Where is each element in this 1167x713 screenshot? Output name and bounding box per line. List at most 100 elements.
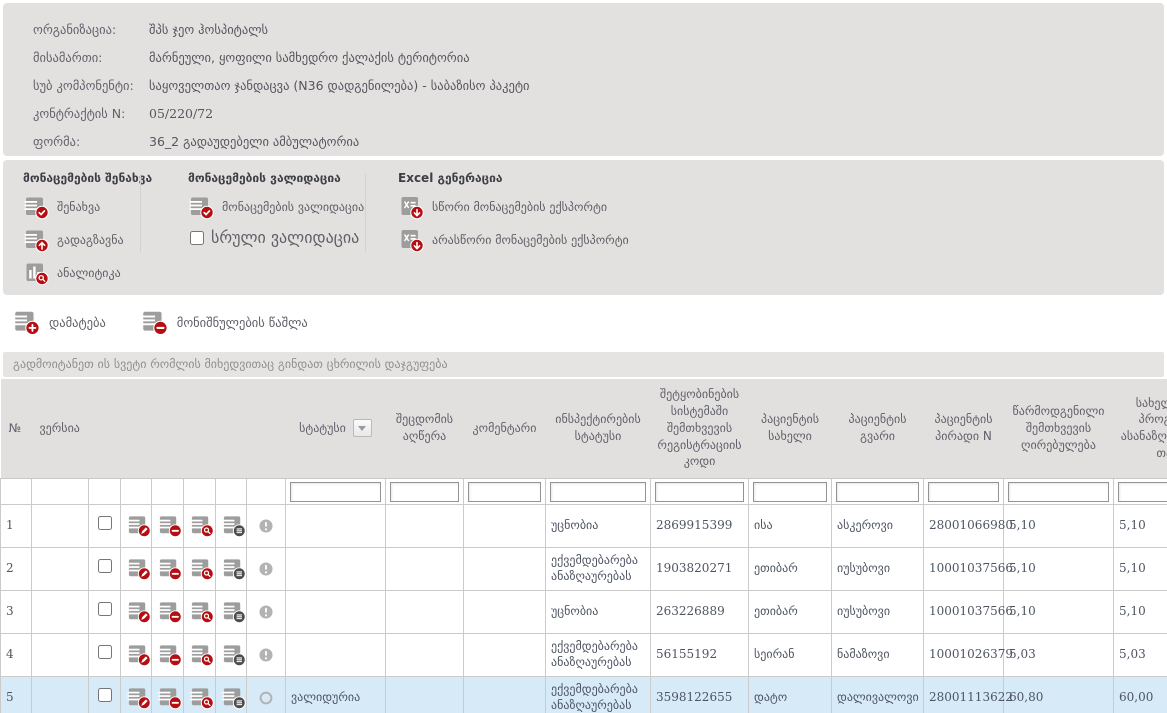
row-view-button[interactable] <box>189 642 214 667</box>
cell-version <box>32 633 89 676</box>
delete-minus-icon <box>157 599 182 624</box>
filter-input-reg-code[interactable] <box>655 482 744 502</box>
send-button-label: გადაგზავნა <box>57 233 124 247</box>
column-header-version[interactable]: ვერსია <box>32 379 89 478</box>
grid-action-bar: დამატება მონიშნულების წაშლა <box>12 308 308 336</box>
column-header-view <box>184 379 216 478</box>
subcomponent-value: საყოველთაო ჯანდაცვა (N36 დადგენილება) - … <box>149 78 530 93</box>
row-select-checkbox[interactable] <box>98 516 112 530</box>
row-edit-button[interactable] <box>126 685 151 710</box>
row-delete-button[interactable] <box>157 685 182 710</box>
cell-personal-n: 10001037566 <box>924 590 1004 633</box>
details-menu-icon <box>221 556 246 581</box>
table-row: 2 ექვემდებარება ანაზღაურებას 1903820271 … <box>1 547 1167 590</box>
row-details-button[interactable] <box>221 513 246 538</box>
excel-group: Excel გენერაცია სწორი მონაცემების ექსპორ… <box>398 171 629 260</box>
send-button[interactable]: გადაგზავნა <box>23 227 152 253</box>
delete-minus-icon <box>157 513 182 538</box>
column-header-status[interactable]: სტატუსი <box>286 379 386 478</box>
row-edit-button[interactable] <box>126 599 151 624</box>
cell-first-name: სეირან <box>749 633 832 676</box>
info-row: მისამართი: მარნეული, ყოფილი სამხედრო ქალ… <box>33 43 1164 71</box>
grouping-hint-bar[interactable]: გადმოიტანეთ ის სვეტი რომლის მიხედვითაც გ… <box>3 352 1164 377</box>
delete-selected-button-label: მონიშნულების წაშლა <box>177 315 308 330</box>
add-doc-plus-icon <box>12 308 40 336</box>
filter-input-status[interactable] <box>290 482 381 502</box>
row-view-button[interactable] <box>189 513 214 538</box>
row-delete-button[interactable] <box>157 642 182 667</box>
row-details-button[interactable] <box>221 556 246 581</box>
cell-status <box>286 633 386 676</box>
row-delete-button[interactable] <box>157 513 182 538</box>
row-edit-button[interactable] <box>126 642 151 667</box>
cell-state-amount: 5,10 <box>1114 590 1167 633</box>
row-view-button[interactable] <box>189 599 214 624</box>
row-delete-button[interactable] <box>157 556 182 581</box>
filter-input-error-desc[interactable] <box>390 482 459 502</box>
row-select-checkbox[interactable] <box>98 645 112 659</box>
save-button[interactable]: შენახვა <box>23 194 152 220</box>
table-row: 4 ექვემდებარება ანაზღაურებას 56155192 სე… <box>1 633 1167 676</box>
form-label: ფორმა: <box>33 134 149 149</box>
column-header-comment[interactable]: კომენტარი <box>464 379 546 478</box>
row-edit-button[interactable] <box>126 556 151 581</box>
filter-input-first-name[interactable] <box>753 482 827 502</box>
row-view-button[interactable] <box>189 685 214 710</box>
row-status-warning-icon <box>256 516 276 536</box>
filter-input-state-amount[interactable] <box>1118 482 1167 502</box>
cell-status <box>286 504 386 547</box>
column-header-state <box>247 379 286 478</box>
filter-input-comment[interactable] <box>468 482 541 502</box>
details-menu-icon <box>221 685 246 710</box>
cell-comment <box>464 547 546 590</box>
status-filter-dropdown-button[interactable] <box>353 419 372 437</box>
column-header-presented-value[interactable]: წარმოდგენილი შემთხვევის ღირებულება <box>1004 379 1114 478</box>
row-edit-button[interactable] <box>126 513 151 538</box>
add-button[interactable]: დამატება <box>12 308 106 336</box>
column-header-error-desc[interactable]: შეცდომის აღწერა <box>386 379 464 478</box>
column-header-inspection-status[interactable]: ინსპექტირების სტატუსი <box>546 379 651 478</box>
cell-state-amount: 5,03 <box>1114 633 1167 676</box>
add-button-label: დამატება <box>49 315 106 330</box>
cell-personal-n: 10001037566 <box>924 547 1004 590</box>
row-details-button[interactable] <box>221 599 246 624</box>
info-row: ორგანიზაცია: შპს ჯეო ჰოსპიტალს <box>33 15 1164 43</box>
delete-minus-icon <box>157 642 182 667</box>
cell-first-name: ეთიბარ <box>749 547 832 590</box>
column-header-delete <box>152 379 184 478</box>
cell-row-number: 3 <box>1 590 32 633</box>
filter-input-presented-value[interactable] <box>1008 482 1109 502</box>
details-menu-icon <box>221 642 246 667</box>
full-validation-checkbox[interactable] <box>190 231 204 245</box>
column-header-no[interactable]: № <box>1 379 32 478</box>
filter-input-personal-n[interactable] <box>928 482 999 502</box>
filter-input-inspection-status[interactable] <box>550 482 646 502</box>
search-magnifier-icon <box>189 685 214 710</box>
save-doc-check-icon <box>23 194 49 220</box>
row-status-warning-icon <box>256 645 276 665</box>
delete-selected-button[interactable]: მონიშნულების წაშლა <box>140 308 308 336</box>
filter-input-last-name[interactable] <box>836 482 919 502</box>
row-select-checkbox[interactable] <box>98 688 112 702</box>
row-view-button[interactable] <box>189 556 214 581</box>
column-header-first-name[interactable]: პაციენტის სახელი <box>749 379 832 478</box>
info-row: კონტრაქტის N: 05/220/72 <box>33 99 1164 127</box>
row-delete-button[interactable] <box>157 599 182 624</box>
row-details-button[interactable] <box>221 642 246 667</box>
cell-status <box>286 547 386 590</box>
validate-button[interactable]: მონაცემების ვალიდაცია <box>188 194 364 220</box>
column-header-state-amount[interactable]: სახელმწიფო პროგრამით ასანაზღაურებელი თან… <box>1114 379 1167 478</box>
cell-status: ვალიდურია <box>286 676 386 713</box>
save-group: მონაცემების შენახვა შენახვა გადაგზავნა <box>23 171 152 293</box>
column-header-reg-code[interactable]: შეტყობინების სისტემაში შემთხვევის რეგისტ… <box>651 379 749 478</box>
export-invalid-button[interactable]: არასწორი მონაცემების ექსპორტი <box>398 227 629 253</box>
column-header-last-name[interactable]: პაციენტის გვარი <box>832 379 924 478</box>
export-valid-button[interactable]: სწორი მონაცემების ექსპორტი <box>398 194 629 220</box>
cell-row-number: 1 <box>1 504 32 547</box>
row-select-checkbox[interactable] <box>98 559 112 573</box>
analytics-button[interactable]: ანალიტიკა <box>23 260 152 286</box>
row-select-checkbox[interactable] <box>98 602 112 616</box>
cell-version <box>32 504 89 547</box>
row-details-button[interactable] <box>221 685 246 710</box>
column-header-personal-n[interactable]: პაციენტის პირადი N <box>924 379 1004 478</box>
